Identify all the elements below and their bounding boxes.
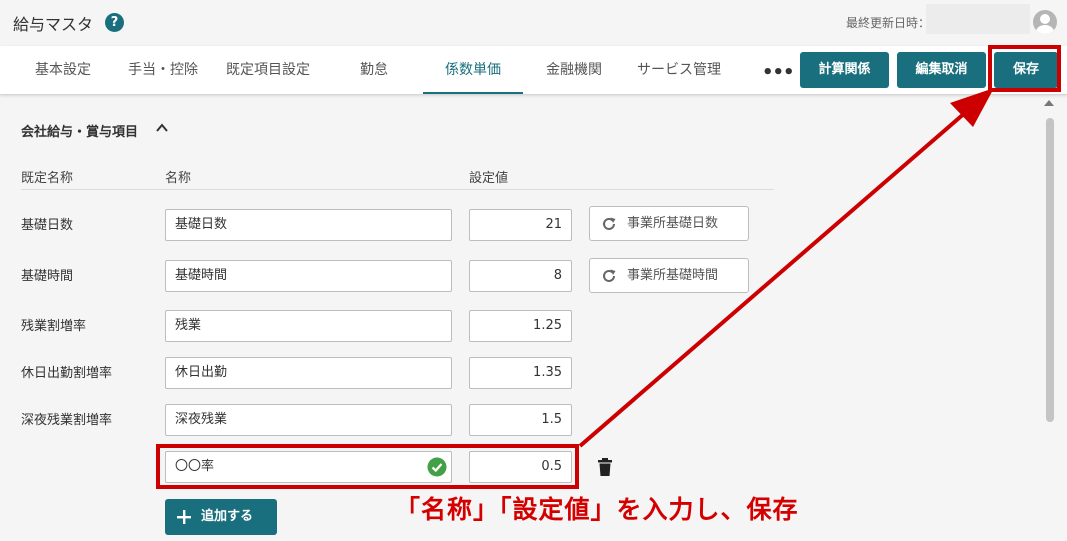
section-title: 会社給与・賞与項目	[21, 125, 139, 140]
value-input[interactable]: 8	[469, 260, 572, 292]
name-input[interactable]: 残業	[165, 310, 452, 342]
header-divider	[21, 189, 774, 190]
header-name: 名称	[165, 171, 192, 186]
name-input[interactable]: 深夜残業	[165, 404, 452, 436]
scrollbar-thumb[interactable]	[1046, 118, 1054, 422]
name-input[interactable]: 休日出勤	[165, 357, 452, 389]
page-title: 給与マスタ	[13, 15, 94, 34]
refresh-icon	[603, 217, 616, 230]
avatar-icon[interactable]	[1033, 10, 1057, 34]
header-value: 設定値	[469, 171, 509, 186]
highlight-save-button	[988, 45, 1061, 92]
scroll-up-arrow-icon[interactable]	[1044, 100, 1054, 106]
more-icon[interactable]: •••	[762, 62, 795, 83]
row-default-name: 休日出勤割増率	[21, 366, 113, 381]
reset-office-base-hours-button[interactable]: 事業所基礎時間	[589, 258, 749, 293]
cancel-edit-button[interactable]: 編集取消	[897, 52, 986, 88]
add-button-label: 追加する	[201, 509, 254, 524]
tab-basic-settings[interactable]: 基本設定	[20, 46, 106, 94]
last-updated-label: 最終更新日時：	[846, 16, 931, 30]
row-default-name: 基礎日数	[21, 218, 74, 233]
chevron-up-icon[interactable]	[155, 121, 169, 135]
value-input[interactable]: 21	[469, 209, 572, 241]
header-default-name: 既定名称	[21, 171, 74, 186]
tab-attendance[interactable]: 勤怠	[340, 46, 408, 94]
highlight-new-row	[156, 444, 579, 489]
add-item-button[interactable]: 追加する	[165, 499, 277, 535]
tab-service-management[interactable]: サービス管理	[626, 46, 732, 94]
tab-default-items[interactable]: 既定項目設定	[218, 46, 318, 94]
help-icon[interactable]: ?	[105, 13, 124, 32]
tab-allowances-deductions[interactable]: 手当・控除	[120, 46, 206, 94]
calc-settings-button[interactable]: 計算関係	[800, 52, 889, 88]
trash-icon[interactable]	[597, 457, 613, 477]
value-input[interactable]: 1.5	[469, 404, 572, 436]
name-input[interactable]: 基礎時間	[165, 260, 452, 292]
value-input[interactable]: 1.25	[469, 310, 572, 342]
row-default-name: 深夜残業割増率	[21, 413, 113, 428]
top-bar: 給与マスタ ? 最終更新日時：	[0, 0, 1067, 46]
annotation-text: 「名称」「設定値」を入力し、保存	[395, 495, 799, 524]
reset-button-label: 事業所基礎日数	[627, 216, 719, 231]
reset-office-base-days-button[interactable]: 事業所基礎日数	[589, 206, 749, 241]
last-updated-value-mask	[926, 4, 1030, 34]
tab-coefficients[interactable]: 係数単価	[423, 46, 523, 94]
row-default-name: 基礎時間	[21, 269, 74, 284]
refresh-icon	[603, 269, 616, 282]
reset-button-label: 事業所基礎時間	[627, 268, 719, 283]
name-input[interactable]: 基礎日数	[165, 209, 452, 241]
plus-icon	[177, 510, 191, 524]
tab-financial-institutions[interactable]: 金融機関	[537, 46, 611, 94]
tab-bar: 基本設定 手当・控除 既定項目設定 勤怠 係数単価 金融機関 サービス管理 ••…	[0, 46, 1067, 95]
row-default-name: 残業割増率	[21, 319, 87, 334]
value-input[interactable]: 1.35	[469, 357, 572, 389]
